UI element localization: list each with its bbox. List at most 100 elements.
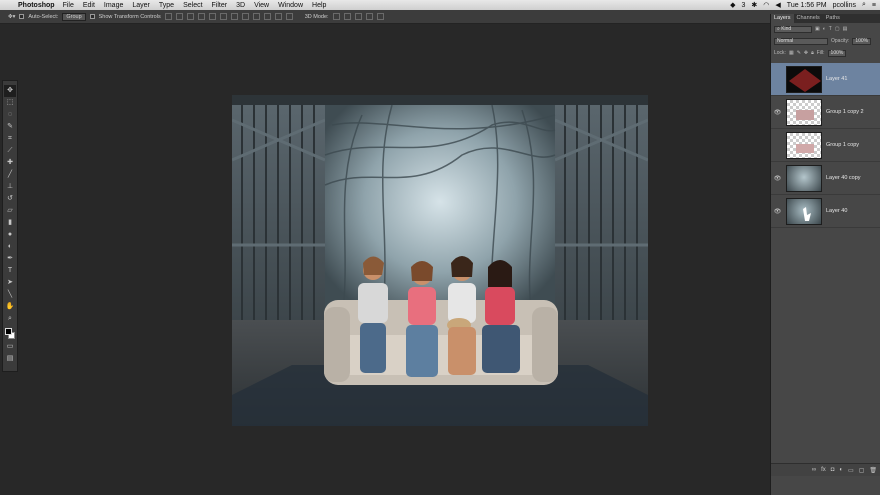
stamp-tool-icon[interactable]: ⊥	[4, 181, 16, 193]
layer-row[interactable]: 👁︎ Layer 40 copy	[771, 162, 880, 195]
move-tool-icon[interactable]: ✥	[4, 85, 16, 97]
layer-name[interactable]: Group 1 copy 2	[826, 109, 864, 115]
gradient-tool-icon[interactable]: ▮	[4, 217, 16, 229]
blur-tool-icon[interactable]: ●	[4, 229, 16, 241]
user-name[interactable]: pcollins	[833, 2, 856, 9]
3d-rotate-icon[interactable]	[332, 13, 340, 20]
layer-name[interactable]: Layer 40 copy	[826, 175, 861, 181]
menu-image[interactable]: Image	[104, 2, 123, 9]
menu-select[interactable]: Select	[183, 2, 202, 9]
pen-tool-icon[interactable]: ✒	[4, 253, 16, 265]
marquee-tool-icon[interactable]: ⬚	[4, 97, 16, 109]
menu-view[interactable]: View	[254, 2, 269, 9]
opacity-field[interactable]: 100%	[852, 37, 872, 45]
zoom-tool-icon[interactable]: ⌕	[4, 313, 16, 325]
filter-adjustment-icon[interactable]: ◐	[823, 26, 826, 32]
color-swatches[interactable]	[4, 327, 16, 341]
brush-tool-icon[interactable]: ╱	[4, 169, 16, 181]
bluetooth-icon[interactable]: ✱	[751, 1, 757, 9]
show-transform-checkbox[interactable]	[89, 14, 95, 19]
eyedropper-tool-icon[interactable]: ⟋	[4, 145, 16, 157]
path-select-tool-icon[interactable]: ➤	[4, 277, 16, 289]
menu-3d[interactable]: 3D	[236, 2, 245, 9]
menu-layer[interactable]: Layer	[132, 2, 150, 9]
crop-tool-icon[interactable]: ⌗	[4, 133, 16, 145]
layer-row[interactable]: 👁︎ Group 1 copy 2	[771, 96, 880, 129]
quick-mask-icon[interactable]: ▭	[4, 341, 16, 353]
filter-smart-icon[interactable]: ▤	[843, 26, 848, 32]
filter-type-icon[interactable]: T	[829, 26, 832, 32]
menu-edit[interactable]: Edit	[83, 2, 95, 9]
menu-filter[interactable]: Filter	[212, 2, 228, 9]
new-layer-icon[interactable]: ▢	[859, 467, 865, 474]
layer-row[interactable]: 👁︎ Layer 40	[771, 195, 880, 228]
filter-kind-dropdown[interactable]: ⌕ Kind	[774, 25, 812, 33]
dodge-tool-icon[interactable]: ◐	[4, 241, 16, 253]
auto-select-dropdown[interactable]: Group	[62, 12, 86, 21]
healing-tool-icon[interactable]: ✚	[4, 157, 16, 169]
move-tool-icon[interactable]: ✥▾	[8, 14, 15, 20]
hand-tool-icon[interactable]: ✋	[4, 301, 16, 313]
3d-scale-icon[interactable]	[376, 13, 384, 20]
distribute-right-icon[interactable]	[285, 13, 293, 20]
wifi-icon[interactable]: ◠	[763, 1, 769, 9]
align-bottom-icon[interactable]	[186, 13, 194, 20]
layer-name[interactable]: Layer 41	[826, 76, 847, 82]
blend-mode-dropdown[interactable]: Normal	[774, 37, 828, 45]
layer-row[interactable]: Group 1 copy	[771, 129, 880, 162]
menu-type[interactable]: Type	[159, 2, 174, 9]
list-icon[interactable]: ≡	[872, 2, 876, 9]
shape-tool-icon[interactable]: ╲	[4, 289, 16, 301]
clock[interactable]: Tue 1:56 PM	[787, 2, 827, 9]
distribute-bottom-icon[interactable]	[252, 13, 260, 20]
distribute-center-icon[interactable]	[274, 13, 282, 20]
dropbox-icon[interactable]: ◆	[730, 1, 735, 9]
filter-pixel-icon[interactable]: ▣	[815, 26, 820, 32]
fx-icon[interactable]: fx	[821, 467, 826, 473]
lasso-tool-icon[interactable]: ◌	[4, 109, 16, 121]
auto-select-checkbox[interactable]	[19, 14, 25, 19]
tab-channels[interactable]: Channels	[794, 14, 823, 23]
tab-paths[interactable]: Paths	[823, 14, 843, 23]
3d-roll-icon[interactable]	[343, 13, 351, 20]
menu-app-name[interactable]: Photoshop	[18, 2, 55, 9]
filter-shape-icon[interactable]: ▢	[835, 26, 840, 32]
lock-all-icon[interactable]: 🔒︎	[811, 50, 814, 56]
lock-transparency-icon[interactable]: ▦	[789, 50, 794, 56]
eye-icon[interactable]: 👁︎	[771, 175, 784, 182]
volume-icon[interactable]: ◀	[775, 1, 780, 9]
document-canvas[interactable]	[232, 95, 648, 426]
align-left-icon[interactable]	[197, 13, 205, 20]
menu-window[interactable]: Window	[278, 2, 303, 9]
link-icon[interactable]: ∞	[812, 467, 816, 473]
3d-drag-icon[interactable]	[354, 13, 362, 20]
mask-icon[interactable]: ◘	[831, 467, 835, 473]
fill-field[interactable]: 100%	[827, 49, 847, 57]
layer-name[interactable]: Group 1 copy	[826, 142, 859, 148]
align-middle-icon[interactable]	[175, 13, 183, 20]
trash-icon[interactable]: 🗑︎	[869, 467, 877, 474]
folder-icon[interactable]: ▭	[848, 467, 854, 474]
layer-row[interactable]: Layer 41	[771, 63, 880, 96]
eye-icon[interactable]: 👁︎	[771, 109, 784, 116]
search-icon[interactable]: ⌕	[862, 1, 866, 9]
3d-slide-icon[interactable]	[365, 13, 373, 20]
menu-file[interactable]: File	[63, 2, 74, 9]
menu-help[interactable]: Help	[312, 2, 326, 9]
adjustment-icon[interactable]: ◐	[839, 467, 843, 473]
status-badge[interactable]: 3	[742, 2, 746, 9]
eye-icon[interactable]: 👁︎	[771, 208, 784, 215]
distribute-left-icon[interactable]	[263, 13, 271, 20]
lock-position-icon[interactable]: ✥	[804, 50, 808, 56]
distribute-middle-icon[interactable]	[241, 13, 249, 20]
tab-layers[interactable]: Layers	[771, 14, 794, 23]
type-tool-icon[interactable]: T	[4, 265, 16, 277]
align-center-icon[interactable]	[208, 13, 216, 20]
align-right-icon[interactable]	[219, 13, 227, 20]
history-brush-tool-icon[interactable]: ↺	[4, 193, 16, 205]
foreground-color-swatch[interactable]	[5, 328, 12, 335]
quick-select-tool-icon[interactable]: ✎	[4, 121, 16, 133]
lock-pixels-icon[interactable]: ✎	[797, 50, 801, 56]
distribute-top-icon[interactable]	[230, 13, 238, 20]
layer-name[interactable]: Layer 40	[826, 208, 847, 214]
